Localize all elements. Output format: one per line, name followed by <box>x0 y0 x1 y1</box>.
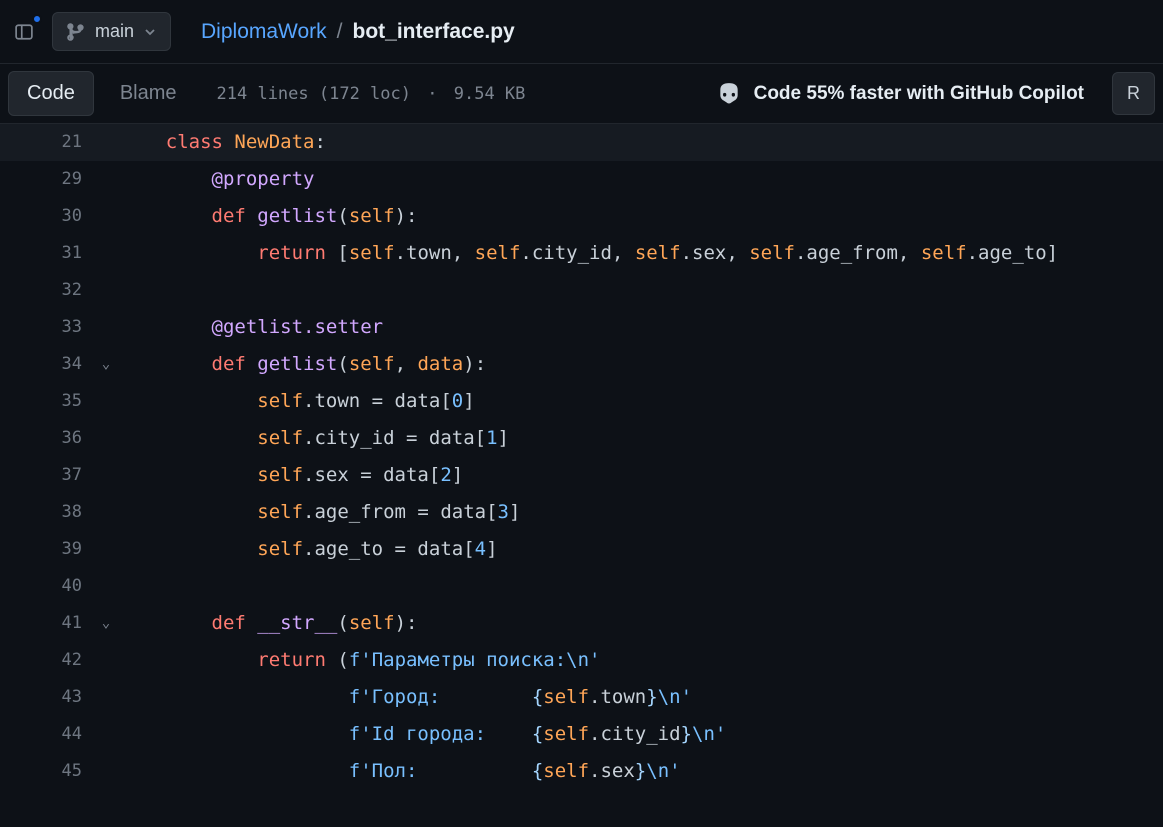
file-header: main DiplomaWork / bot_interface.py <box>0 0 1163 64</box>
branch-name: main <box>95 21 134 42</box>
code-line[interactable]: 36 self.city_id = data[1] <box>0 420 1163 457</box>
code-line[interactable]: 31 return [self.town, self.city_id, self… <box>0 235 1163 272</box>
code-content[interactable]: @property <box>120 161 314 198</box>
code-line[interactable]: 35 self.town = data[0] <box>0 383 1163 420</box>
copilot-icon <box>716 81 742 107</box>
sidebar-toggle-button[interactable] <box>8 16 40 48</box>
code-content[interactable]: self.town = data[0] <box>120 383 475 420</box>
code-line[interactable]: 37 self.sex = data[2] <box>0 457 1163 494</box>
branch-selector-button[interactable]: main <box>52 12 171 51</box>
notification-dot-icon <box>32 14 42 24</box>
copilot-promo-text: Code 55% faster with GitHub Copilot <box>754 83 1084 105</box>
file-toolbar: Code Blame 214 lines (172 loc) · 9.54 KB… <box>0 64 1163 124</box>
blame-tab[interactable]: Blame <box>102 72 195 115</box>
code-content[interactable]: def getlist(self, data): <box>120 346 486 383</box>
git-branch-icon <box>67 23 85 41</box>
code-content[interactable]: self.sex = data[2] <box>120 457 463 494</box>
code-content[interactable]: f'Id города: {self.city_id}\n' <box>120 716 726 753</box>
line-number[interactable]: 30 <box>0 198 92 235</box>
code-content[interactable]: self.city_id = data[1] <box>120 420 509 457</box>
code-line[interactable]: 38 self.age_from = data[3] <box>0 494 1163 531</box>
line-number[interactable]: 29 <box>0 161 92 198</box>
code-line[interactable]: 45 f'Пол: {self.sex}\n' <box>0 753 1163 790</box>
code-line[interactable]: 30 def getlist(self): <box>0 198 1163 235</box>
raw-button[interactable]: R <box>1112 72 1155 115</box>
breadcrumb: DiplomaWork / bot_interface.py <box>201 20 515 44</box>
code-line[interactable]: 40 <box>0 568 1163 605</box>
code-line[interactable]: 32 <box>0 272 1163 309</box>
line-number[interactable]: 43 <box>0 679 92 716</box>
view-tabs: Code Blame <box>8 71 195 116</box>
code-content[interactable]: def __str__(self): <box>120 605 417 642</box>
code-line[interactable]: 44 f'Id города: {self.city_id}\n' <box>0 716 1163 753</box>
code-line[interactable]: 41⌄ def __str__(self): <box>0 605 1163 642</box>
code-line[interactable]: 43 f'Город: {self.town}\n' <box>0 679 1163 716</box>
fold-toggle-icon[interactable]: ⌄ <box>92 346 120 383</box>
line-number[interactable]: 45 <box>0 753 92 790</box>
code-line[interactable]: 29 @property <box>0 161 1163 198</box>
line-number[interactable]: 32 <box>0 272 92 309</box>
code-viewer[interactable]: 21 class NewData:29 @property30 def getl… <box>0 124 1163 790</box>
code-line[interactable]: 39 self.age_to = data[4] <box>0 531 1163 568</box>
code-content[interactable]: f'Пол: {self.sex}\n' <box>120 753 681 790</box>
code-tab[interactable]: Code <box>8 71 94 116</box>
breadcrumb-filename: bot_interface.py <box>353 20 515 44</box>
code-line[interactable]: 34⌄ def getlist(self, data): <box>0 346 1163 383</box>
line-number[interactable]: 40 <box>0 568 92 605</box>
code-line[interactable]: 33 @getlist.setter <box>0 309 1163 346</box>
line-number[interactable]: 39 <box>0 531 92 568</box>
separator-dot: · <box>427 84 437 104</box>
line-number[interactable]: 41 <box>0 605 92 642</box>
code-content[interactable]: def getlist(self): <box>120 198 417 235</box>
code-content[interactable]: f'Город: {self.town}\n' <box>120 679 692 716</box>
file-size-info: 9.54 KB <box>454 84 526 104</box>
line-number[interactable]: 36 <box>0 420 92 457</box>
code-content[interactable]: return [self.town, self.city_id, self.se… <box>120 235 1058 272</box>
line-number[interactable]: 42 <box>0 642 92 679</box>
code-content[interactable]: self.age_from = data[3] <box>120 494 520 531</box>
line-number[interactable]: 21 <box>0 124 92 161</box>
copilot-promo-button[interactable]: Code 55% faster with GitHub Copilot <box>716 81 1084 107</box>
line-number[interactable]: 35 <box>0 383 92 420</box>
code-content[interactable]: return (f'Параметры поиска:\n' <box>120 642 601 679</box>
file-info: 214 lines (172 loc) · 9.54 KB <box>217 84 526 104</box>
code-line[interactable]: 21 class NewData: <box>0 124 1163 161</box>
code-line[interactable]: 42 return (f'Параметры поиска:\n' <box>0 642 1163 679</box>
line-number[interactable]: 44 <box>0 716 92 753</box>
fold-toggle-icon[interactable]: ⌄ <box>92 605 120 642</box>
line-number[interactable]: 34 <box>0 346 92 383</box>
code-content[interactable]: class NewData: <box>120 124 326 161</box>
breadcrumb-repo-link[interactable]: DiplomaWork <box>201 20 327 44</box>
line-number[interactable]: 31 <box>0 235 92 272</box>
chevron-down-icon <box>144 26 156 38</box>
code-content[interactable]: self.age_to = data[4] <box>120 531 498 568</box>
file-lines-info: 214 lines (172 loc) <box>217 84 411 104</box>
line-number[interactable]: 33 <box>0 309 92 346</box>
code-content[interactable]: @getlist.setter <box>120 309 383 346</box>
breadcrumb-separator: / <box>337 20 343 44</box>
line-number[interactable]: 37 <box>0 457 92 494</box>
line-number[interactable]: 38 <box>0 494 92 531</box>
